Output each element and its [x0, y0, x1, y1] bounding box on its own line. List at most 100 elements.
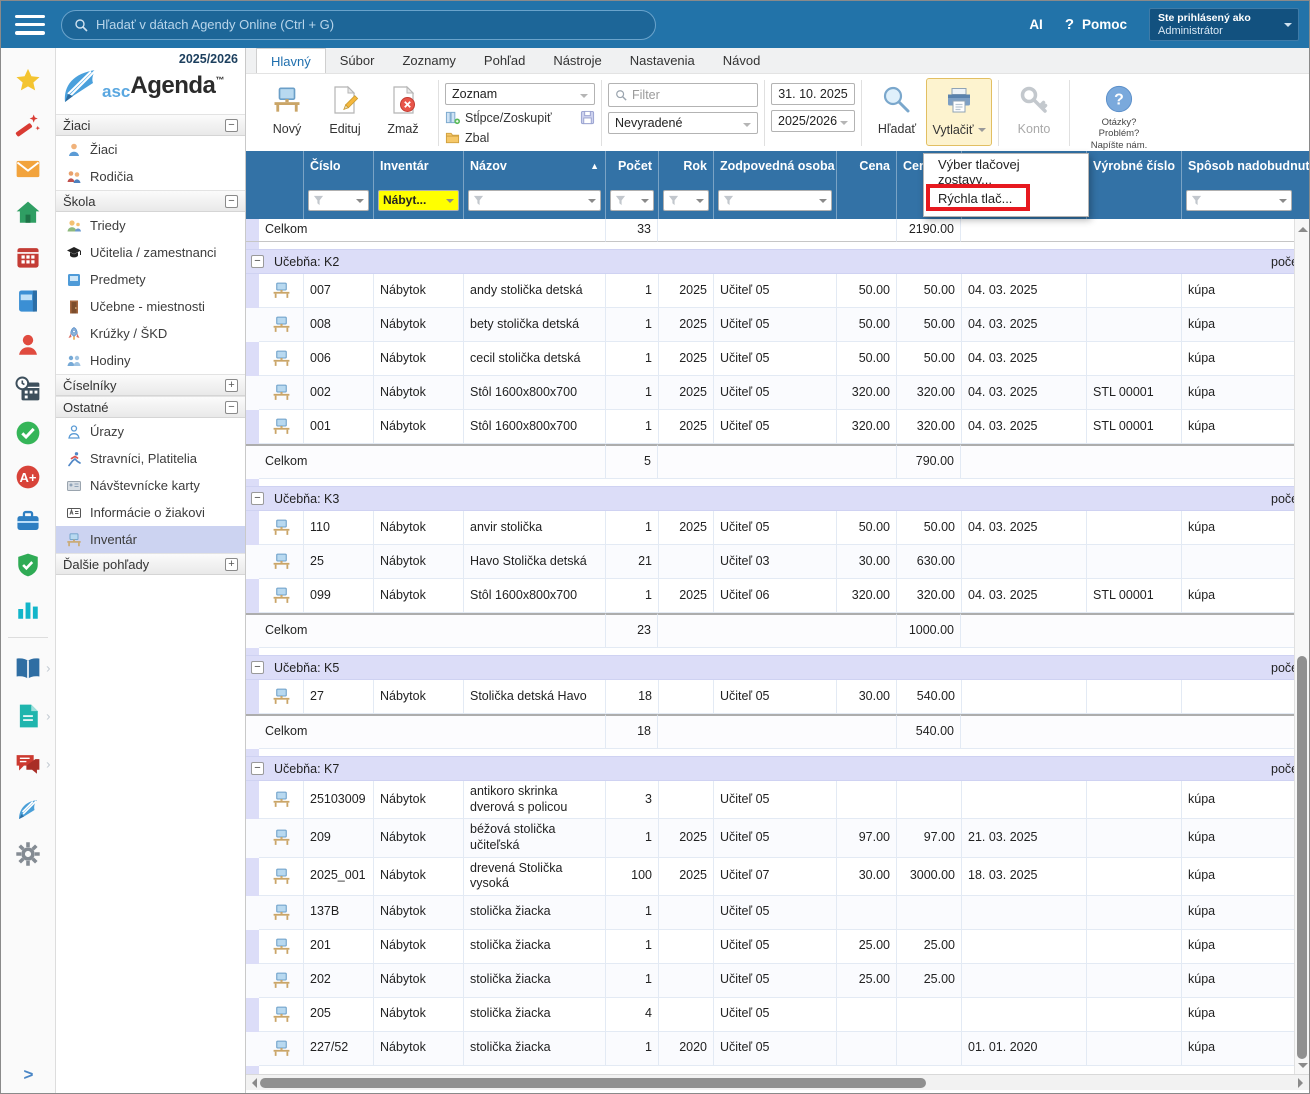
- tab-Zoznamy[interactable]: Zoznamy: [388, 48, 469, 73]
- tab-Súbor[interactable]: Súbor: [326, 48, 389, 73]
- column-header-pocet[interactable]: Počet: [605, 151, 658, 181]
- collapse-group-icon[interactable]: −: [251, 492, 264, 505]
- scroll-up-icon[interactable]: [1298, 222, 1308, 232]
- rail-button-bar-chart-icon[interactable]: [1, 587, 56, 631]
- sidebar-section-ostatne[interactable]: Ostatné −: [56, 396, 245, 418]
- school-year-select[interactable]: 2025/2026: [771, 110, 855, 132]
- inventory-row[interactable]: 137BNábytokstolička žiacka 1Učiteľ 05 kú…: [246, 896, 1294, 930]
- help-button[interactable]: ? Pomoc: [1065, 16, 1127, 33]
- filter-sposob[interactable]: [1186, 190, 1292, 211]
- rail-button-person-icon[interactable]: [1, 323, 56, 367]
- sidebar-item-predmety[interactable]: Predmety: [56, 266, 245, 293]
- sidebar-item-hodiny[interactable]: Hodiny: [56, 347, 245, 374]
- rail-button-briefcase-icon[interactable]: [1, 499, 56, 543]
- ai-button[interactable]: AI: [1029, 17, 1043, 32]
- inventory-row[interactable]: 201Nábytokstolička žiacka 1Učiteľ 05 25.…: [246, 930, 1294, 964]
- hamburger-menu-icon[interactable]: [15, 15, 45, 35]
- scroll-down-icon[interactable]: [1298, 1063, 1308, 1073]
- inventory-row[interactable]: 25103009Nábytokantikoro skrinka dverová …: [246, 781, 1294, 819]
- column-header-inventar[interactable]: Inventár: [373, 151, 463, 181]
- inventory-row[interactable]: 27NábytokStolička detská Havo 18Učiteľ 0…: [246, 680, 1294, 714]
- inventory-row[interactable]: 006Nábytokcecil stolička detská 12025Uči…: [246, 342, 1294, 376]
- rail-button-notebook-icon[interactable]: [1, 279, 56, 323]
- column-header-rok[interactable]: Rok: [658, 151, 713, 181]
- collapse-group-icon[interactable]: −: [251, 661, 264, 674]
- collapse-box-icon[interactable]: −: [225, 119, 238, 132]
- group-header-row[interactable]: − Učebňa: K3 počet: [246, 486, 1294, 511]
- rail-button-mail-icon[interactable]: [1, 147, 56, 191]
- inventory-row[interactable]: 209Nábytokbéžová stolička učiteľská 1202…: [246, 819, 1294, 857]
- global-search-input[interactable]: Hľadať v dátach Agendy Online (Ctrl + G): [61, 10, 656, 40]
- edit-button[interactable]: Edituj: [316, 78, 374, 146]
- inventory-row[interactable]: 227/52Nábytokstolička žiacka 12020Učiteľ…: [246, 1032, 1294, 1066]
- inventory-row[interactable]: 002NábytokStôl 1600x800x700 12025Učiteľ …: [246, 376, 1294, 410]
- sidebar-section-dalsie-pohlady[interactable]: Ďalšie pohľady +: [56, 553, 245, 575]
- sidebar-item-triedy[interactable]: Triedy: [56, 212, 245, 239]
- column-header-vyrobne-cislo[interactable]: Výrobné číslo: [1086, 151, 1181, 181]
- scroll-left-icon[interactable]: [247, 1078, 257, 1088]
- status-select[interactable]: Nevyradené: [608, 112, 758, 134]
- rail-button-grades-icon[interactable]: [1, 455, 56, 499]
- scroll-right-icon[interactable]: [1298, 1078, 1308, 1088]
- tab-Nástroje[interactable]: Nástroje: [539, 48, 615, 73]
- sidebar-item-ucitelia[interactable]: Učitelia / zamestnanci: [56, 239, 245, 266]
- date-field[interactable]: 31. 10. 2025: [771, 83, 855, 105]
- vertical-scrollbar-thumb[interactable]: [1297, 656, 1307, 1059]
- expand-box-icon[interactable]: +: [225, 558, 238, 571]
- sidebar-item-stravnici[interactable]: Stravníci, Platitelia: [56, 445, 245, 472]
- inventory-row[interactable]: 202Nábytokstolička žiacka 1Učiteľ 05 25.…: [246, 964, 1294, 998]
- rail-button-chat-icon[interactable]: [1, 740, 56, 788]
- tab-Pohľad[interactable]: Pohľad: [470, 48, 539, 73]
- collapse-box-icon[interactable]: −: [225, 195, 238, 208]
- sidebar-section-ziaci-sekcia[interactable]: Žiaci −: [56, 114, 245, 136]
- collapse-group-icon[interactable]: −: [251, 762, 264, 775]
- inventory-row[interactable]: 205Nábytokstolička žiacka 4Učiteľ 05 kúp…: [246, 998, 1294, 1032]
- inventory-row[interactable]: 008Nábytokbety stolička detská 12025Učit…: [246, 308, 1294, 342]
- group-header-row[interactable]: − Učebňa: K5 počet: [246, 655, 1294, 680]
- sidebar-section-skola[interactable]: Škola −: [56, 190, 245, 212]
- inventory-row[interactable]: 001NábytokStôl 1600x800x700 12025Učiteľ …: [246, 410, 1294, 444]
- sidebar-item-ucebne[interactable]: Učebne - miestnosti: [56, 293, 245, 320]
- rail-button-check-circle-icon[interactable]: [1, 411, 56, 455]
- tab-Návod[interactable]: Návod: [709, 48, 775, 73]
- tab-Nastavenia[interactable]: Nastavenia: [616, 48, 709, 73]
- collapse-group-icon[interactable]: −: [251, 255, 264, 268]
- expand-rail-chevron[interactable]: >: [1, 1065, 56, 1085]
- delete-button[interactable]: Zmaž: [374, 78, 432, 146]
- print-button[interactable]: Vytlačiť: [926, 78, 992, 146]
- rail-button-magic-wand-icon[interactable]: [1, 103, 56, 147]
- filter-osoba[interactable]: [718, 190, 832, 211]
- sidebar-item-informacie-o-ziakovi[interactable]: Informácie o žiakovi: [56, 499, 245, 526]
- rail-button-calendar-icon[interactable]: [1, 235, 56, 279]
- new-button[interactable]: Nový: [258, 78, 316, 146]
- search-button[interactable]: Hľadať: [868, 78, 926, 146]
- vertical-scrollbar[interactable]: [1294, 219, 1309, 1074]
- group-header-row[interactable]: − Učebňa: K2 počet: [246, 249, 1294, 274]
- sidebar-item-rodicia[interactable]: Rodičia: [56, 163, 245, 190]
- logged-in-user-menu[interactable]: Ste prihlásený ako Administrátor: [1149, 8, 1299, 41]
- menu-item-quick-print[interactable]: Rýchla tlač...: [924, 185, 1088, 211]
- column-header-sposob-nadobudnutia[interactable]: Spôsob nadobudnutia: [1181, 151, 1296, 181]
- filter-input[interactable]: Filter: [608, 83, 758, 107]
- collapse-box-icon[interactable]: −: [225, 401, 238, 414]
- tab-Hlavný[interactable]: Hlavný: [256, 48, 326, 73]
- filter-pocet[interactable]: [610, 190, 654, 211]
- view-select[interactable]: Zoznam: [445, 83, 595, 105]
- rail-button-shield-check-icon[interactable]: [1, 543, 56, 587]
- inventory-row[interactable]: 007Nábytokandy stolička detská 12025Učit…: [246, 274, 1294, 308]
- columns-group-button[interactable]: Stĺpce/Zoskupiť: [445, 110, 595, 125]
- collapse-all-button[interactable]: Zbal: [445, 130, 595, 145]
- expand-box-icon[interactable]: +: [225, 379, 238, 392]
- rail-button-library-book-icon[interactable]: [1, 644, 56, 692]
- column-header-nazov[interactable]: Názov ▲: [463, 151, 605, 181]
- horizontal-scrollbar[interactable]: [246, 1074, 1309, 1090]
- sidebar-item-urazy[interactable]: Úrazy: [56, 418, 245, 445]
- horizontal-scrollbar-thumb[interactable]: [260, 1078, 926, 1088]
- rail-button-star-icon[interactable]: [1, 59, 56, 103]
- filter-cislo[interactable]: [308, 190, 369, 211]
- sidebar-item-ziaci[interactable]: Žiaci: [56, 136, 245, 163]
- rail-button-home-icon[interactable]: [1, 191, 56, 235]
- save-icon[interactable]: [580, 110, 595, 125]
- filter-rok[interactable]: [663, 190, 709, 211]
- sidebar-section-ciselniky[interactable]: Číselníky +: [56, 374, 245, 396]
